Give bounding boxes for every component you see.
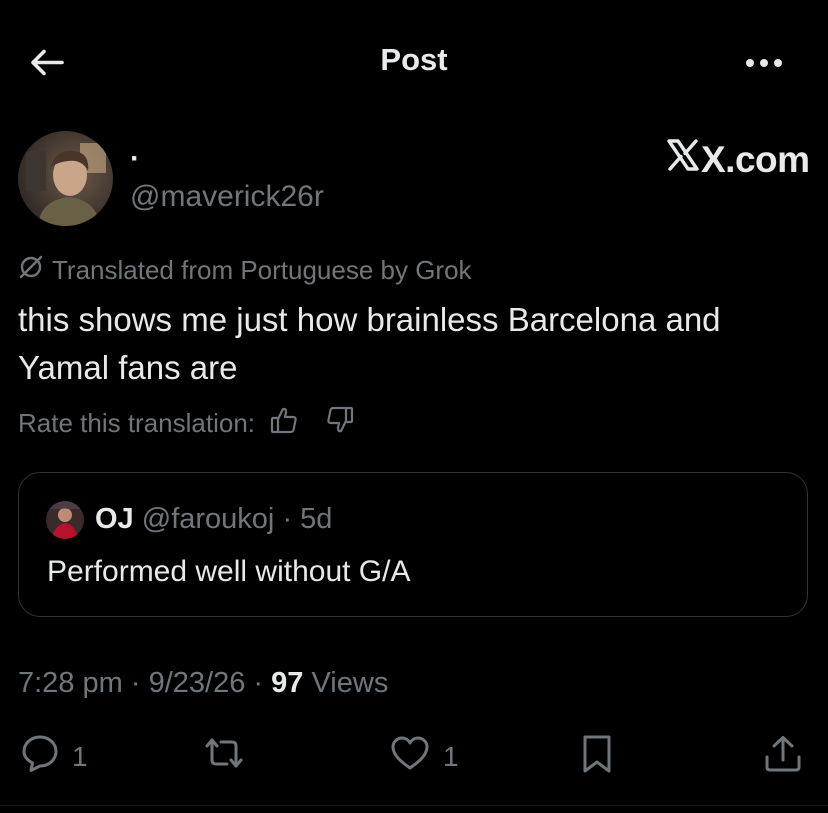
- quoted-author-name: OJ: [95, 503, 134, 535]
- heart-icon: [389, 733, 431, 780]
- grok-slash-icon: [18, 254, 52, 287]
- like-count: 1: [443, 740, 459, 772]
- x-logo-icon: [666, 138, 701, 181]
- more-horizontal-icon: [742, 59, 788, 84]
- repost-button[interactable]: [201, 733, 259, 780]
- reply-button[interactable]: 1: [20, 733, 88, 780]
- views-label: Views: [311, 667, 389, 699]
- quoted-post[interactable]: OJ @faroukoj · 5d Performed well without…: [18, 472, 808, 617]
- quoted-post-text: Performed well without G/A: [47, 555, 411, 588]
- author-display-name[interactable]: ·: [130, 142, 140, 176]
- translation-note: Translated from Portuguese by Grok: [18, 254, 472, 287]
- watermark-text: X.com: [701, 138, 810, 180]
- repost-arrows-icon: [201, 733, 247, 780]
- thumbs-up-icon: [269, 405, 299, 442]
- quoted-author-handle: @faroukoj: [141, 503, 275, 535]
- author-avatar[interactable]: [18, 131, 113, 226]
- quoted-author-avatar[interactable]: [46, 501, 84, 539]
- meta-separator: ·: [130, 667, 141, 699]
- quoted-post-age: 5d: [300, 503, 333, 535]
- rate-translation-row: Rate this translation:: [18, 405, 355, 442]
- post-meta: 7:28 pm · 9/23/26 · 97 Views: [18, 667, 388, 700]
- bookmark-icon: [579, 733, 615, 782]
- quoted-post-meta: OJ @faroukoj · 5d: [95, 503, 332, 536]
- back-button[interactable]: [24, 40, 70, 86]
- rate-translation-label: Rate this translation:: [18, 408, 256, 438]
- meta-separator: ·: [253, 667, 264, 699]
- more-options-button[interactable]: [742, 46, 788, 80]
- bookmark-button[interactable]: [579, 733, 615, 782]
- post-date: 9/23/26: [148, 667, 246, 699]
- page-title: Post: [380, 42, 448, 77]
- thumbs-down-icon: [325, 405, 355, 442]
- reply-count: 1: [72, 740, 88, 772]
- translation-note-text: Translated from Portuguese by Grok: [52, 255, 472, 285]
- arrow-left-icon: [24, 49, 70, 90]
- post-text: this shows me just how brainless Barcelo…: [18, 301, 721, 386]
- thumbs-up-button[interactable]: [269, 405, 299, 442]
- reply-bubble-icon: [20, 733, 60, 780]
- author-handle[interactable]: @maverick26r: [130, 180, 324, 214]
- share-button[interactable]: [762, 733, 804, 782]
- views-count: 97: [271, 667, 304, 699]
- post-time: 7:28 pm: [18, 667, 123, 699]
- like-button[interactable]: 1: [389, 733, 459, 780]
- xcom-watermark: X.com: [666, 138, 810, 181]
- share-upload-icon: [762, 733, 804, 782]
- divider: [0, 805, 828, 806]
- thumbs-down-button[interactable]: [325, 405, 355, 442]
- quoted-separator: ·: [282, 503, 293, 535]
